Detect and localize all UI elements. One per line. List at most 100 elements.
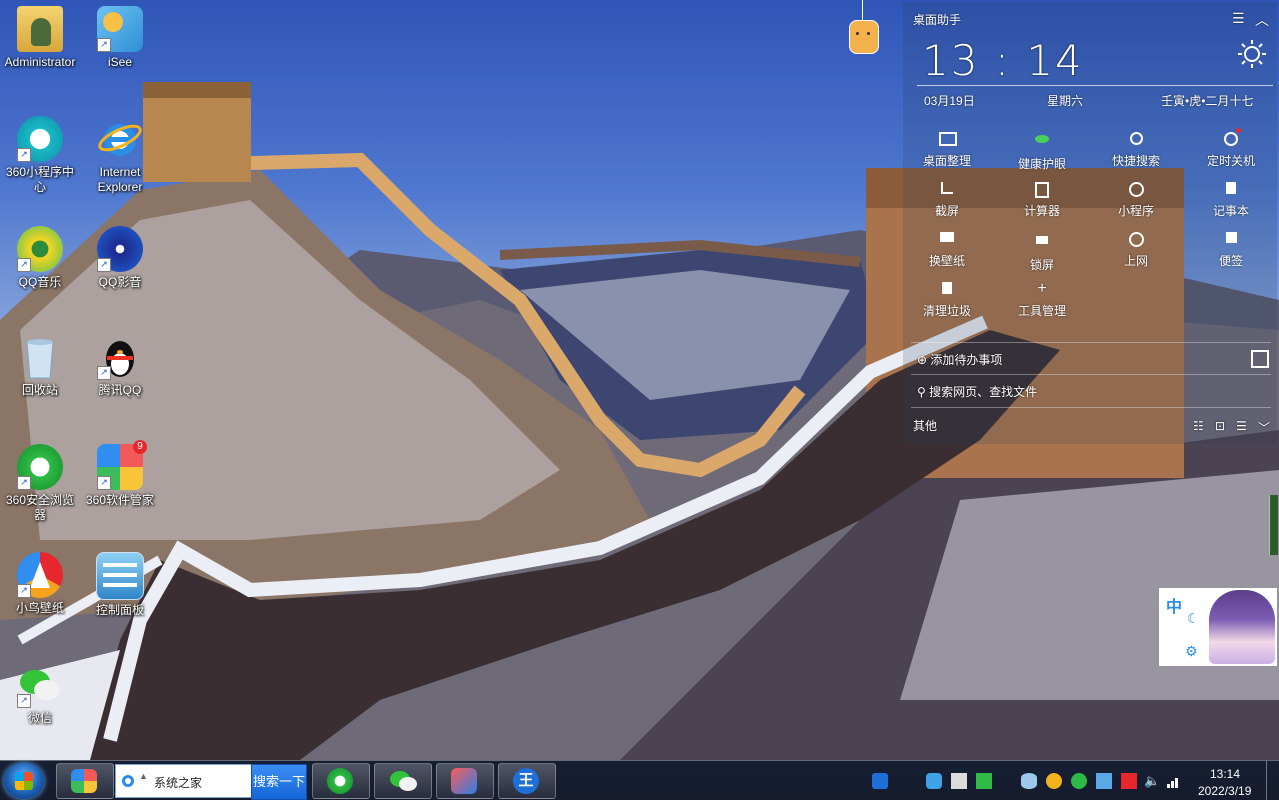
desktop-icon-bird-wallpaper[interactable]: ↗ 小鸟壁纸 [0,552,80,616]
taskbar-search-box[interactable]: ▲ 系统之家 [115,764,253,798]
power-icon [1223,128,1241,146]
chevron-down-icon[interactable]: ﹀ [1258,419,1270,436]
signal-strength-icon[interactable] [1166,773,1182,789]
tool-desktop-organize[interactable]: 桌面整理 [907,132,987,169]
taskbar-search-button[interactable]: 搜索一下 [251,764,307,800]
tool-label: 上网 [1123,254,1148,268]
control-panel-icon [96,552,144,600]
anime-pet-widget[interactable]: 中 ☾ ⚙ [1159,588,1277,666]
wang-icon[interactable] [872,773,888,789]
widget-menu-icon[interactable]: ☰ [1232,10,1245,27]
tool-quick-search[interactable]: 快捷搜索 [1096,132,1176,169]
shortcut-arrow-icon: ↗ [97,366,111,380]
widget-divider [911,342,1271,343]
gear-icon[interactable]: ⚙ [1185,643,1198,660]
desktop-icon-label: 腾讯QQ [98,383,142,397]
taskbar-app-wechat[interactable] [374,763,432,799]
qr-code-icon[interactable] [1251,350,1269,368]
tool-miniapp[interactable]: 小程序 [1096,182,1176,219]
tool-sticky-note[interactable]: 便签 [1191,232,1271,269]
image-icon [939,232,955,246]
tool-label: 换壁纸 [928,254,965,268]
usb-device-icon[interactable] [1121,773,1137,789]
shortcut-arrow-icon: ↗ [17,476,31,490]
desktop-icon-label: Internet Explorer [97,165,143,194]
widget-divider [917,85,1273,86]
ime-chinese-indicator[interactable]: 中 [1166,593,1182,617]
desktop-icon-wechat[interactable]: ↗ 微信 [0,662,80,726]
desktop-icon-isee[interactable]: ↗ iSee [80,6,160,70]
tool-internet[interactable]: 上网 [1096,232,1176,269]
360-software-manager-icon [71,769,97,793]
add-todo-button[interactable]: ⊕ 添加待办事项 [917,351,1002,368]
desktop-icon-ie[interactable]: Internet Explorer [80,116,160,195]
desktop-icon-administrator[interactable]: Administrator [0,6,80,70]
tool-clean-junk[interactable]: 清理垃圾 [907,282,987,319]
show-desktop-button[interactable] [1266,761,1279,800]
tool-timed-shutdown[interactable]: 定时关机 [1191,128,1271,169]
widget-date: 03月19日 [924,94,975,108]
taskbar-app-game[interactable] [436,763,494,799]
widget-clock: 13 : 14 [922,36,1084,85]
desktop-icon-qq-player[interactable]: ↗ QQ影音 [80,226,160,290]
start-button[interactable] [4,763,44,799]
shortcut-arrow-icon: ↗ [17,694,31,708]
360-guard-icon[interactable] [1046,773,1062,789]
lock-icon[interactable]: ⊡ [1215,419,1225,433]
tool-lock-screen[interactable]: 锁屏 [1002,232,1082,273]
network-device-icon[interactable] [951,773,967,789]
cat-pendant-widget[interactable] [846,0,880,55]
desktop-icon-tencent-qq[interactable]: ↗ 腾讯QQ [80,334,160,398]
taskbar-search-text: 系统之家 [154,776,203,790]
tool-screenshot[interactable]: 截屏 [907,182,987,219]
taskbar-app-wang[interactable]: 王 [498,763,556,799]
eye-icon [1034,135,1050,149]
moon-icon: ☾ [1187,610,1200,626]
database-icon[interactable] [1021,773,1037,789]
ie-icon [97,116,143,162]
weather-sun-icon[interactable] [1237,39,1267,69]
qq-penguin-icon: ↗ [97,334,143,380]
taskbar-clock-time[interactable]: 13:14 [1210,767,1240,781]
monitor-tray-icon[interactable] [1096,773,1112,789]
taskbar-app-360-browser[interactable] [312,763,370,799]
desktop-icon-label: 控制面板 [95,603,144,617]
desktop-icon-qq-music[interactable]: ↗ QQ音乐 [0,226,80,290]
widget-weekday: 星期六 [1047,94,1084,108]
windows-logo-icon [15,772,33,790]
clock-hour: 13 [922,36,980,85]
volume-icon[interactable]: 🔈 [1144,773,1160,789]
qq-music-icon: ↗ [17,226,63,272]
desktop-icon-label: 360安全浏览器 [5,493,75,522]
taskbar-clock-date[interactable]: 2022/3/19 [1198,784,1251,798]
tool-calculator[interactable]: 计算器 [1002,182,1082,219]
desktop-icon-360-browser[interactable]: ↗ 360安全浏览器 [0,444,80,523]
desktop-icon-recycle-bin[interactable]: 回收站 [0,334,80,398]
desktop-icon-control-panel[interactable]: 控制面板 [80,552,160,618]
desktop-icon-360-miniapp[interactable]: ↗ 360小程序中心 [0,116,80,195]
plus-security-icon[interactable] [1071,773,1087,789]
widget-search-field[interactable]: ⚲ 搜索网页、查找文件 [917,383,1037,400]
tool-eye-care[interactable]: 健康护眼 [1002,132,1082,172]
video-badge-icon[interactable] [976,773,992,789]
gamepad-icon[interactable] [926,773,942,789]
anime-character-avatar [1209,590,1275,664]
side-scroll-strip[interactable] [1269,495,1278,555]
tool-manage-tools[interactable]: + 工具管理 [1002,281,1082,319]
tool-label: 便签 [1218,254,1243,268]
desktop-icon-label: 360小程序中心 [5,165,75,194]
desktop-icon-360-software-manager[interactable]: 9 ↗ 360软件管家 [80,440,160,508]
list-view-icon[interactable]: ☷ [1193,419,1204,433]
taskbar-app-360-software-manager[interactable] [56,763,114,799]
tool-change-wallpaper[interactable]: 换壁纸 [907,232,987,269]
monitor-icon [939,132,957,146]
tool-label: 锁屏 [1029,258,1054,272]
tool-label: 工具管理 [1017,304,1066,318]
widget-other-label[interactable]: 其他 [913,417,937,434]
desktop-icon-label: 360软件管家 [85,493,155,507]
tool-notepad[interactable]: 记事本 [1191,182,1271,219]
menu-icon[interactable]: ☰ [1236,419,1247,433]
search-engine-arrow-icon[interactable]: ▲ [139,771,148,781]
search-icon [1128,132,1144,146]
widget-collapse-icon[interactable]: ︿ [1255,10,1269,30]
